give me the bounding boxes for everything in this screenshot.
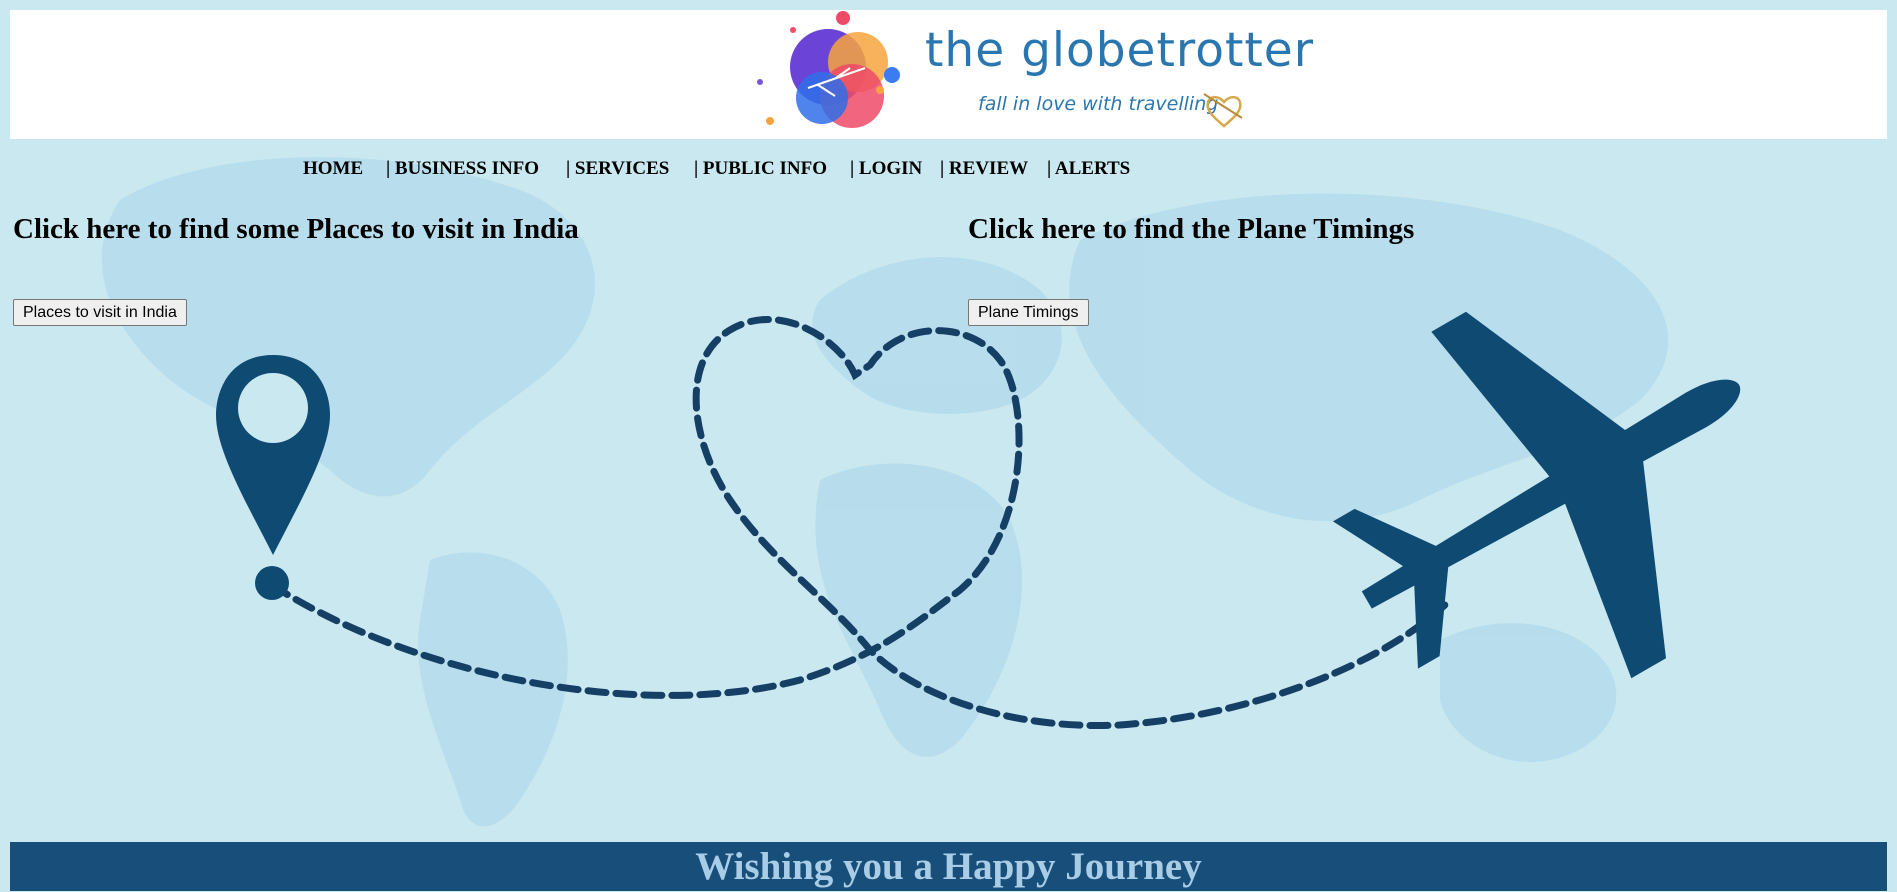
logo-tagline: fall in love with travelling	[978, 93, 1219, 115]
main-nav: HOME | BUSINESS INFO | SERVICES | PUBLIC…	[10, 158, 1887, 180]
plane-timings-button[interactable]: Plane Timings	[968, 299, 1089, 326]
nav-item-business-info[interactable]: | BUSINESS INFO	[386, 158, 539, 180]
globetrotter-logo-icon	[757, 11, 900, 128]
footer-message: Wishing you a Happy Journey	[695, 845, 1202, 888]
nav-item-login[interactable]: | LOGIN	[850, 158, 922, 180]
header-banner: the globetrotter fall in love with trave…	[10, 10, 1887, 139]
footer-banner: Wishing you a Happy Journey	[10, 842, 1887, 891]
nav-item-home[interactable]: HOME	[303, 158, 363, 180]
nav-item-public-info[interactable]: | PUBLIC INFO	[694, 158, 827, 180]
nav-item-services[interactable]: | SERVICES	[566, 158, 669, 180]
logo-title: the globetrotter	[925, 23, 1315, 78]
page: the globetrotter fall in love with trave…	[10, 10, 1887, 891]
nav-item-review[interactable]: | REVIEW	[940, 158, 1028, 180]
site-logo[interactable]: the globetrotter fall in love with trave…	[740, 10, 1313, 139]
nav-item-alerts[interactable]: | ALERTS	[1047, 158, 1130, 180]
plane-timings-heading: Click here to find the Plane Timings	[968, 213, 1415, 245]
heart-arrow-icon	[1203, 93, 1243, 128]
places-heading: Click here to find some Places to visit …	[13, 213, 579, 245]
places-button[interactable]: Places to visit in India	[13, 299, 187, 326]
